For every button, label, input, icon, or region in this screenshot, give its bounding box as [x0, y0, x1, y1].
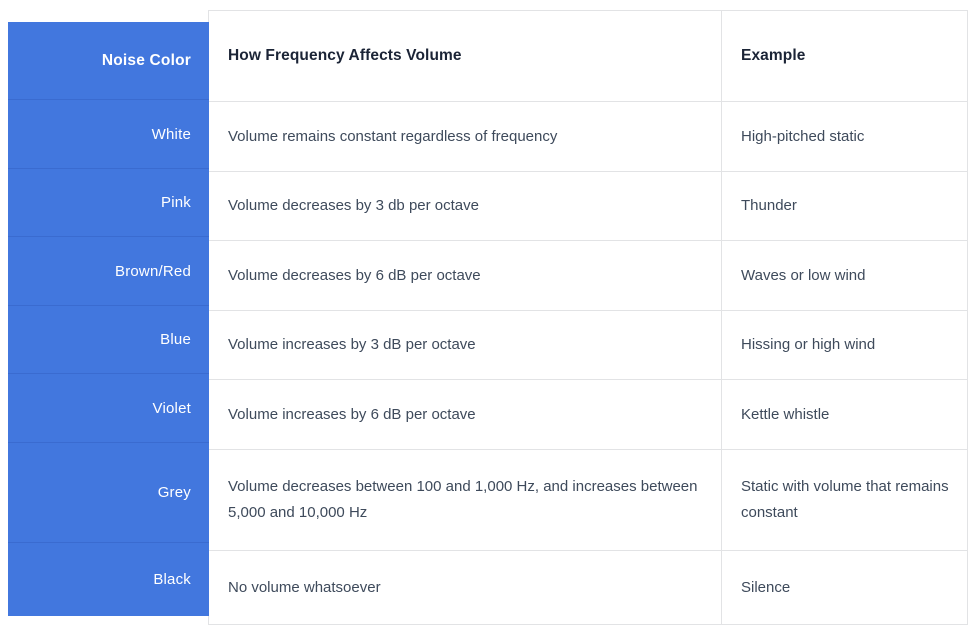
- cell-description: Volume remains constant regardless of fr…: [208, 101, 722, 172]
- table-body: Volume remains constant regardless of fr…: [208, 101, 968, 625]
- table-row: Volume increases by 6 dB per octave Kett…: [208, 379, 968, 450]
- cell-description: Volume increases by 6 dB per octave: [208, 379, 722, 450]
- cell-example: Silence: [721, 550, 968, 625]
- table-row: Volume decreases by 6 dB per octave Wave…: [208, 240, 968, 311]
- cell-noise-color: Grey: [8, 443, 209, 543]
- cell-noise-color: Pink: [8, 169, 209, 237]
- table-header-row: How Frequency Affects Volume Example: [208, 10, 968, 102]
- table-row: Volume remains constant regardless of fr…: [208, 101, 968, 172]
- cell-noise-color: Brown/Red: [8, 237, 209, 306]
- cell-example: Thunder: [721, 171, 968, 241]
- cell-example: Hissing or high wind: [721, 310, 968, 380]
- cell-description: No volume whatsoever: [208, 550, 722, 625]
- noise-color-column: Noise Color White Pink Brown/Red Blue Vi…: [8, 22, 209, 616]
- cell-example: High-pitched static: [721, 101, 968, 172]
- column-header-description: How Frequency Affects Volume: [208, 10, 722, 102]
- cell-example: Kettle whistle: [721, 379, 968, 450]
- noise-color-table: How Frequency Affects Volume Example Vol…: [0, 0, 975, 625]
- column-header-example: Example: [721, 10, 968, 102]
- column-header-noise-color: Noise Color: [8, 22, 209, 100]
- cell-noise-color: White: [8, 100, 209, 169]
- table-row: Volume increases by 3 dB per octave Hiss…: [208, 310, 968, 380]
- cell-description: Volume increases by 3 dB per octave: [208, 310, 722, 380]
- cell-noise-color: Black: [8, 543, 209, 616]
- table-row: No volume whatsoever Silence: [208, 550, 968, 625]
- cell-noise-color: Blue: [8, 306, 209, 374]
- noise-table-grid: How Frequency Affects Volume Example Vol…: [208, 10, 968, 625]
- cell-description: Volume decreases by 3 db per octave: [208, 171, 722, 241]
- table-row: Volume decreases by 3 db per octave Thun…: [208, 171, 968, 241]
- cell-example: Waves or low wind: [721, 240, 968, 311]
- cell-example: Static with volume that remains constant: [721, 449, 968, 551]
- cell-description: Volume decreases by 6 dB per octave: [208, 240, 722, 311]
- cell-noise-color: Violet: [8, 374, 209, 443]
- table-row: Volume decreases between 100 and 1,000 H…: [208, 449, 968, 551]
- cell-description: Volume decreases between 100 and 1,000 H…: [208, 449, 722, 551]
- table-header: How Frequency Affects Volume Example: [208, 10, 968, 102]
